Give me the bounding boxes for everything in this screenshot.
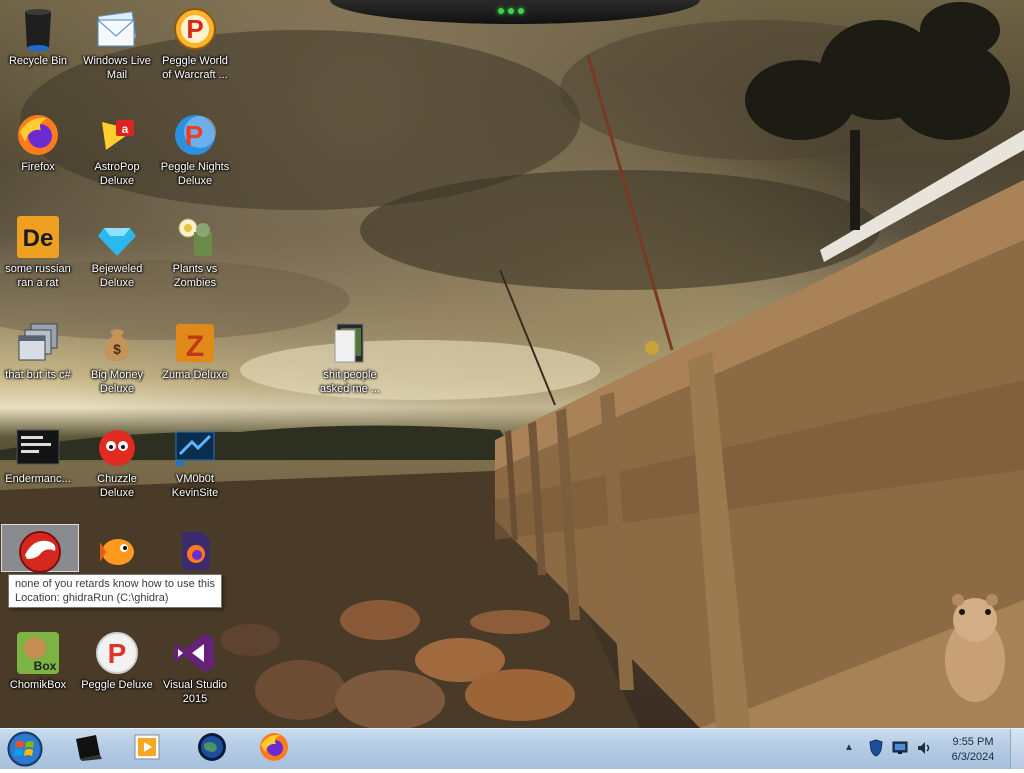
media-player-icon — [133, 733, 163, 766]
icon-label: Chuzzle Deluxe — [97, 473, 137, 499]
peggle-deluxe-icon: P — [94, 630, 140, 676]
icon-label: Peggle Nights Deluxe — [160, 161, 230, 187]
desktop-icon-peggle-deluxe[interactable]: P Peggle Deluxe — [79, 626, 155, 692]
desktop-icon-big-money[interactable]: $ Big Money Deluxe — [79, 316, 155, 396]
fish-icon — [94, 528, 140, 574]
recycle-bin-icon — [15, 6, 61, 52]
desktop-icon-visual-studio[interactable]: Visual Studio 2015 — [157, 626, 233, 706]
desktop-icon-zuma[interactable]: Z Zuma Deluxe — [157, 316, 233, 382]
system-clock[interactable]: 9:55 PM 6/3/2024 — [942, 735, 1004, 765]
zuma-icon: Z — [172, 320, 218, 366]
svg-text:P: P — [108, 638, 127, 669]
icon-label: Zuma Deluxe — [162, 369, 228, 381]
show-desktop-button[interactable] — [1010, 729, 1024, 769]
icon-label: Firefox — [21, 161, 55, 173]
tooltip-description: none of you retards know how to use this — [15, 578, 215, 590]
icon-label: Peggle Deluxe — [81, 679, 153, 691]
vm-icon — [172, 424, 218, 470]
status-led — [508, 8, 514, 14]
icon-label: that but its c# — [5, 369, 71, 381]
icon-label: shit people asked me ... — [320, 369, 380, 395]
plant-icon — [172, 214, 218, 260]
clock-time: 9:55 PM — [952, 736, 994, 748]
taskbar-file-explorer[interactable] — [64, 731, 112, 767]
desktop-icon-chuzzle[interactable]: Chuzzle Deluxe — [79, 420, 155, 500]
network-icon[interactable] — [892, 741, 908, 760]
firefox-icon — [15, 112, 61, 158]
icon-label: some russian ran a rat — [5, 263, 71, 289]
shield-icon[interactable] — [869, 739, 883, 762]
desktop-icon-firefox[interactable]: Firefox — [0, 108, 76, 174]
folder-icon — [327, 320, 373, 366]
desktop-icon-peggle-wow[interactable]: P Peggle World of Warcraft ... — [157, 2, 233, 82]
firefox-file-icon — [172, 528, 218, 574]
money-bag-icon: $ — [94, 320, 140, 366]
globe-icon — [197, 732, 227, 767]
desktop-icon-windows-live-mail[interactable]: Windows Live Mail — [79, 2, 155, 82]
icon-label: Big Money Deluxe — [91, 369, 143, 395]
icon-label: Peggle World of Warcraft ... — [162, 55, 228, 81]
desktop-icon-recycle-bin[interactable]: Recycle Bin — [0, 2, 76, 68]
start-button[interactable] — [5, 730, 45, 768]
firefox-icon — [258, 731, 290, 768]
svg-text:Box: Box — [34, 659, 57, 673]
svg-text:$: $ — [113, 341, 121, 357]
peggle-nights-icon: P — [172, 112, 218, 158]
icon-label: AstroPop Deluxe — [94, 161, 140, 187]
taskbar-globe[interactable] — [188, 731, 236, 767]
windows-stack-icon — [15, 320, 61, 366]
peggle-icon: P — [172, 6, 218, 52]
desktop-icon-astropop[interactable]: a AstroPop Deluxe — [79, 108, 155, 188]
status-led — [518, 8, 524, 14]
icon-label: Windows Live Mail — [83, 55, 151, 81]
svg-text:Z: Z — [186, 330, 204, 363]
icon-label: Visual Studio 2015 — [162, 679, 227, 705]
icon-label: Bejeweled Deluxe — [91, 263, 143, 289]
desktop-icon-that-but-its-csharp[interactable]: that but its c# — [0, 316, 76, 382]
icon-tooltip: none of you retards know how to use this… — [8, 574, 222, 608]
svg-text:P: P — [185, 120, 204, 151]
volume-icon[interactable] — [916, 740, 932, 761]
icon-label: Plants vs Zombies — [172, 263, 218, 289]
taskbar: ▲ 9:55 PM 6/3/2024 — [0, 728, 1024, 769]
svg-text:P: P — [186, 14, 203, 44]
icon-label: Recycle Bin — [8, 55, 68, 67]
desktop-icon-shit-people-asked[interactable]: shit people asked me ... — [312, 316, 388, 396]
svg-text:a: a — [122, 122, 129, 136]
ghidra-icon — [17, 529, 63, 575]
icon-label: Endermanc... — [5, 473, 71, 485]
tooltip-location: Location: ghidraRun (C:\ghidra) — [15, 592, 169, 604]
icon-label: VM0b0t KevinSite — [171, 473, 219, 499]
gem-icon — [94, 214, 140, 260]
app-de-icon: De — [15, 214, 61, 260]
clock-date: 6/3/2024 — [951, 751, 995, 763]
mail-icon — [94, 6, 140, 52]
console-icon — [15, 424, 61, 470]
file-explorer-icon — [72, 733, 104, 766]
desktop-icon-ghidra[interactable] — [1, 524, 79, 575]
desktop-icon-chomikbox[interactable]: Box ChomikBox — [0, 626, 76, 692]
visual-studio-icon — [172, 630, 218, 676]
chuzzle-icon — [94, 424, 140, 470]
desktop-icon-bejeweled[interactable]: Bejeweled Deluxe — [79, 210, 155, 290]
desktop-icon-some-russian[interactable]: De some russian ran a rat — [0, 210, 76, 290]
taskbar-media-player[interactable] — [124, 731, 172, 767]
desktop-icon-firefox-file[interactable] — [157, 524, 233, 576]
status-led — [498, 8, 504, 14]
desktop-icon-fish[interactable] — [79, 524, 155, 576]
svg-text:De: De — [23, 225, 54, 252]
desktop-icon-vm0b0t[interactable]: VM0b0t KevinSite — [157, 420, 233, 500]
taskbar-firefox[interactable] — [250, 731, 298, 767]
chomikbox-icon: Box — [15, 630, 61, 676]
astropop-icon: a — [94, 112, 140, 158]
desktop-icon-peggle-nights[interactable]: P Peggle Nights Deluxe — [157, 108, 233, 188]
show-hidden-icons-icon[interactable]: ▲ — [844, 742, 854, 753]
desktop-icon-plants-vs-zombies[interactable]: Plants vs Zombies — [157, 210, 233, 290]
desktop-icon-endermanch[interactable]: Endermanc... — [0, 420, 76, 486]
icon-label: ChomikBox — [9, 679, 67, 691]
